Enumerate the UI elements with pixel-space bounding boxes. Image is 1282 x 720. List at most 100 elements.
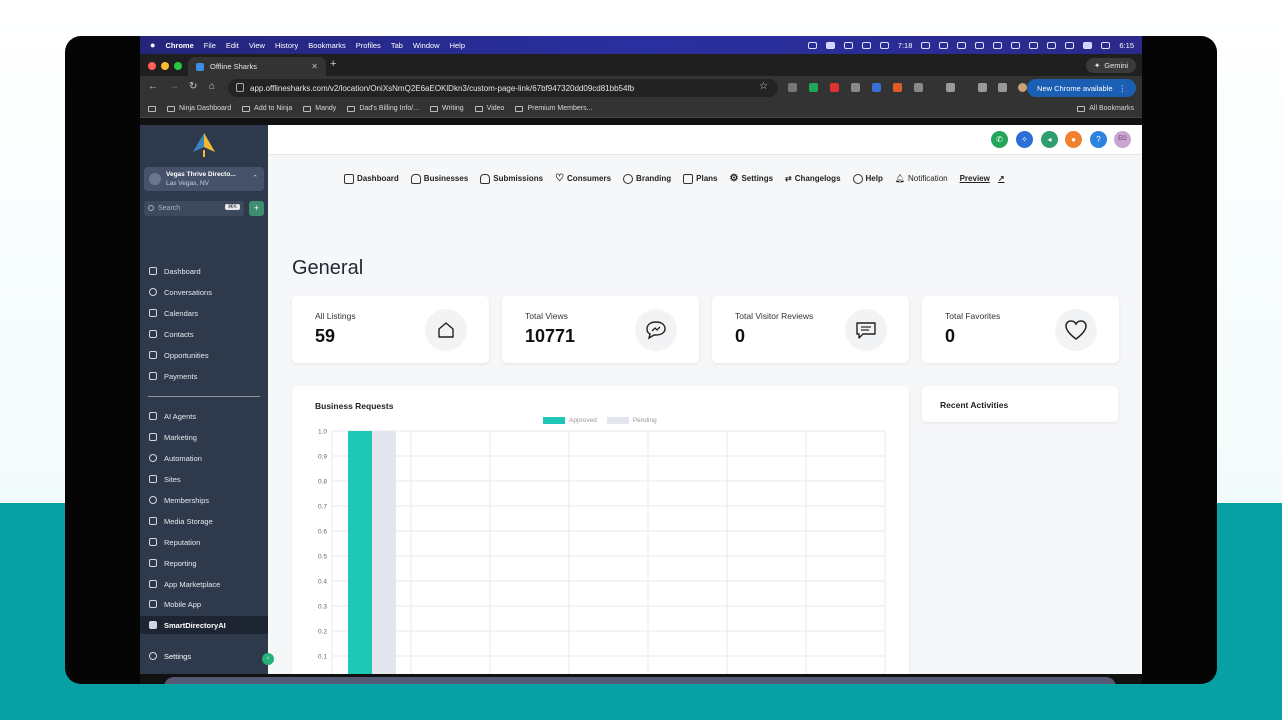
browser-tab[interactable]: Offline Sharks ✕ [188,57,326,76]
menu-history[interactable]: History [275,41,298,50]
status-icon[interactable] [975,41,985,49]
new-chrome-available-button[interactable]: New Chrome available ⋮ [1027,79,1136,97]
notification-bell-icon[interactable]: ● [1065,131,1082,148]
sidebar-item-calendars[interactable]: Calendars [140,304,268,322]
status-icon[interactable] [807,41,817,49]
extension-icon[interactable] [872,83,881,92]
puzzle-icon[interactable] [914,83,923,92]
apps-grid-icon[interactable] [148,105,156,112]
address-bar[interactable]: app.offlinesharks.com/v2/location/OniXsN… [228,79,778,97]
window-zoom-icon[interactable] [174,62,182,70]
subnav-submissions[interactable]: Submissions [480,173,543,184]
quick-action-button[interactable]: + [249,201,264,216]
bookmark-item[interactable]: Add to Ninja [242,105,292,112]
tab-close-icon[interactable]: ✕ [311,62,318,71]
menu-window[interactable]: Window [413,41,440,50]
subnav-dashboard[interactable]: Dashboard [344,173,399,184]
subnav-help[interactable]: Help [852,173,883,184]
sidebar-item-dashboard[interactable]: Dashboard [140,262,268,280]
media-icon[interactable] [998,83,1007,92]
search-icon[interactable] [1029,41,1039,49]
status-icon[interactable] [1047,41,1057,49]
status-icon[interactable] [861,41,871,49]
sidebar-item-reputation[interactable]: Reputation [140,533,268,551]
dropbox-icon[interactable] [921,41,931,49]
sidebar-item-mobile-app[interactable]: Mobile App [140,595,268,613]
help-icon[interactable]: ? [1090,131,1107,148]
sidebar-item-media-storage[interactable]: Media Storage [140,512,268,530]
sidebar-item-app-marketplace[interactable]: App Marketplace [140,575,268,593]
user-avatar[interactable]: EG [1114,131,1131,148]
sidebar-item-marketing[interactable]: Marketing [140,428,268,446]
screen-share-icon[interactable] [825,41,835,49]
new-tab-icon[interactable]: + [330,58,336,70]
sidebar-item-payments[interactable]: Payments [140,367,268,385]
extension-icon[interactable] [893,83,902,92]
sidebar-item-memberships[interactable]: Memberships [140,491,268,509]
apple-icon[interactable]: ● [150,40,155,50]
sidebar-item-reporting[interactable]: Reporting [140,554,268,572]
battery-icon[interactable] [1083,41,1093,49]
more-menu-icon[interactable]: ⋮ [1119,84,1127,93]
subnav-plans[interactable]: Plans [683,173,718,184]
bookmark-item[interactable]: Ninja Dashboard [167,105,231,112]
subnav-businesses[interactable]: Businesses [410,173,468,184]
menu-app-name[interactable]: Chrome [165,41,193,50]
gemini-button[interactable]: ✦ Gemini [1085,58,1136,73]
subnav-preview-link[interactable]: Preview ↗ [960,174,1005,183]
megaphone-icon[interactable]: ◂ [1041,131,1058,148]
clock-text[interactable]: 6:15 [1119,41,1134,50]
reload-icon[interactable]: ↻ [189,81,197,92]
evernote-extension-icon[interactable] [809,83,818,92]
bookmark-folder[interactable]: Mandy [303,105,336,112]
status-icon[interactable] [993,41,1003,49]
menu-bookmarks[interactable]: Bookmarks [308,41,346,50]
bookmark-folder[interactable]: Writing [430,105,464,112]
sidebar-item-conversations[interactable]: Conversations [140,283,268,301]
sidebar-item-smartdirectoryai[interactable]: SmartDirectoryAI [140,616,268,634]
menu-edit[interactable]: Edit [226,41,239,50]
pen-extension-icon[interactable] [851,83,860,92]
menu-view[interactable]: View [249,41,265,50]
sidebar-item-contacts[interactable]: Contacts [140,325,268,343]
location-switcher[interactable]: Vegas Thrive Directo... Las Vegas, NV ⌃ [144,167,264,191]
sidebar-item-opportunities[interactable]: Opportunities [140,346,268,364]
home-icon[interactable]: ⌂ [209,81,215,92]
extension-icon[interactable] [830,83,839,92]
bookmark-folder[interactable]: Video [474,105,504,112]
back-icon[interactable]: ← [148,81,158,92]
download-icon[interactable] [978,83,987,92]
subnav-changelogs[interactable]: ⇄ Changelogs [785,174,840,183]
status-icon[interactable] [843,41,853,49]
bookmark-star-icon[interactable]: ☆ [759,81,768,92]
status-icon[interactable] [957,41,967,49]
bookmark-item[interactable]: Premium Members... [515,105,592,112]
reading-mode-icon[interactable] [946,83,955,92]
window-close-icon[interactable] [148,62,156,70]
menu-tab[interactable]: Tab [391,41,403,50]
extension-icon[interactable] [788,83,797,92]
subnav-settings[interactable]: ⚙ Settings [730,173,774,184]
subnav-notification[interactable]: 🔔︎ Notification [895,174,948,183]
window-minimize-icon[interactable] [161,62,169,70]
forward-icon[interactable]: → [169,81,179,92]
control-center-icon[interactable] [1101,41,1111,49]
subnav-consumers[interactable]: ♡ Consumers [555,173,611,184]
all-bookmarks-button[interactable]: All Bookmarks [1077,105,1134,112]
sidebar-search[interactable]: Search ⌘K [144,201,244,216]
menu-profiles[interactable]: Profiles [356,41,381,50]
profile-avatar-icon[interactable] [1018,83,1027,92]
menu-help[interactable]: Help [450,41,465,50]
magic-wand-icon[interactable]: ✧ [1016,131,1033,148]
sidebar-settings[interactable]: Settings [140,647,268,665]
site-info-icon[interactable] [236,83,244,92]
subnav-branding[interactable]: Branding [623,173,671,184]
url-text[interactable]: app.offlinesharks.com/v2/location/OniXsN… [250,84,634,93]
status-icon[interactable] [939,41,949,49]
bookmark-folder[interactable]: Dad's Billing Info/... [347,105,419,112]
phone-icon[interactable]: ✆ [991,131,1008,148]
sidebar-item-sites[interactable]: Sites [140,470,268,488]
wifi-icon[interactable] [1065,41,1075,49]
status-icon[interactable] [879,41,889,49]
menu-file[interactable]: File [204,41,216,50]
